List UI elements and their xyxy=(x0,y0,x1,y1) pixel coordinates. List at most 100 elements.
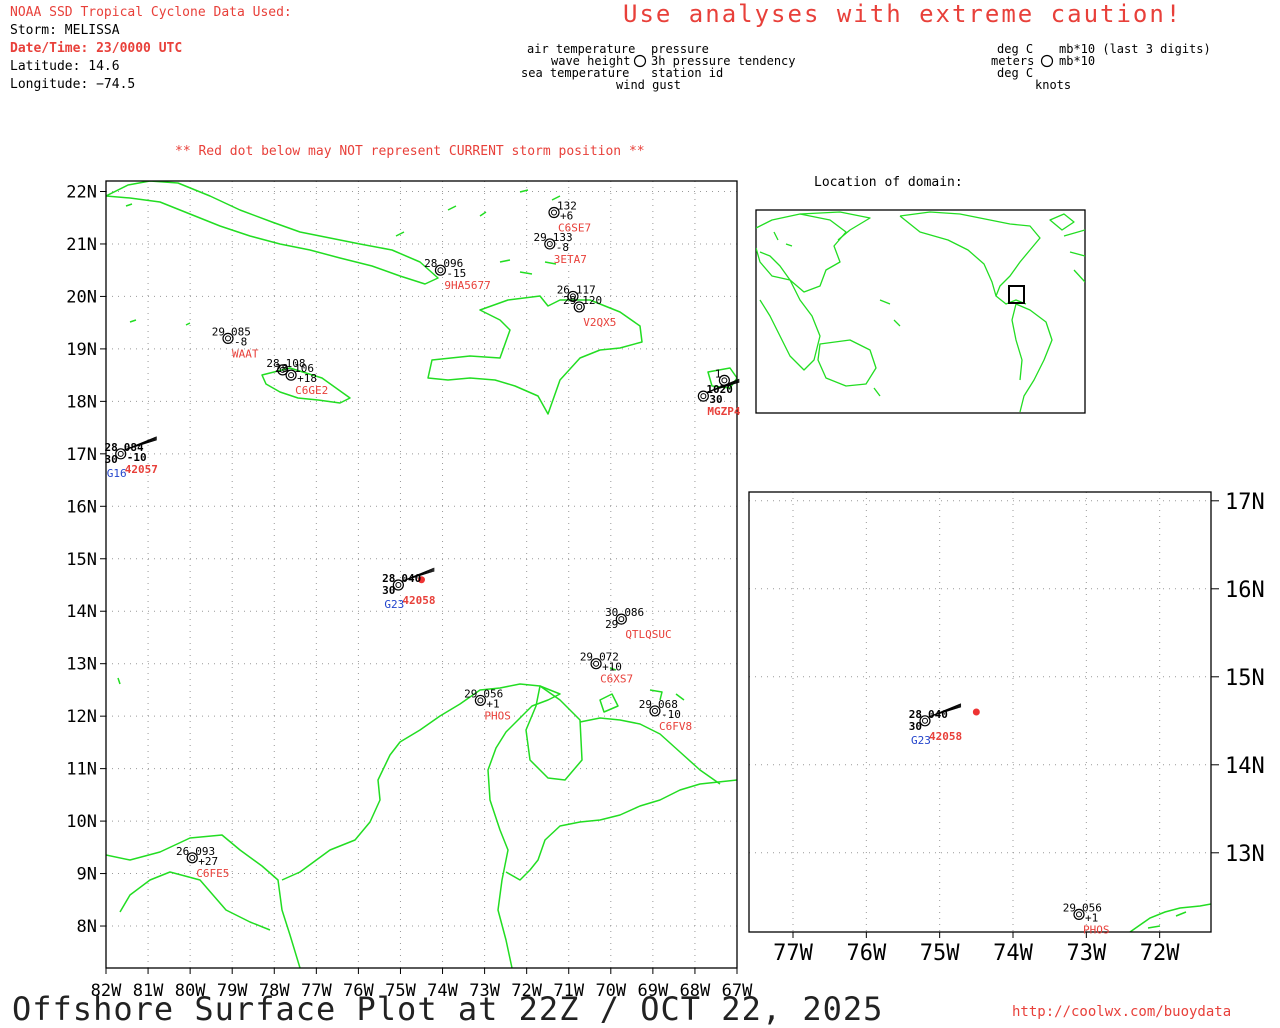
station-air-temp: 26 xyxy=(176,845,189,858)
main-lat-tick-labels: 8N 9N 10N 11N 12N 13N 14N 15N 16N 17N 18N 19N 20N 21N… xyxy=(66,182,97,937)
station-inner-circle-icon xyxy=(593,660,600,667)
station-inner-circle-icon xyxy=(618,616,625,623)
station-sea-temp: 30 xyxy=(909,720,922,733)
station-air-temp: 29 xyxy=(534,231,547,244)
station-inner-circle-icon xyxy=(224,335,231,342)
lon-tick-label: 75W xyxy=(920,941,960,966)
lat-tick-label: 16N xyxy=(1225,578,1265,603)
lat-tick-label: 17N xyxy=(1225,490,1265,515)
station-air-temp: 29 xyxy=(563,294,576,307)
station-id: QTLQSUC xyxy=(625,628,671,641)
station-alt-id: G16 xyxy=(107,467,127,480)
station-inner-circle-icon xyxy=(189,854,196,861)
zoom-inset-frame xyxy=(748,491,1212,933)
station-air-temp: 29 xyxy=(1063,901,1076,914)
station-id: C6FE5 xyxy=(196,867,229,880)
station-inner-circle-icon xyxy=(288,372,295,379)
station-inner-circle-icon xyxy=(700,393,707,400)
station-id: 42058 xyxy=(402,594,435,607)
station-id: 9HA5677 xyxy=(444,279,490,292)
station-sea-temp: 30 xyxy=(104,453,117,466)
lat-tick-label: 17N xyxy=(66,445,97,465)
station-id: WAAT xyxy=(232,347,259,360)
lat-tick-label: 9N xyxy=(77,865,97,885)
station-air-temp: 29 xyxy=(212,325,225,338)
lat-tick-label: 10N xyxy=(66,812,97,832)
lat-tick-label: 14N xyxy=(66,602,97,622)
station-id: PHOS xyxy=(1083,923,1110,936)
lat-tick-label: 20N xyxy=(66,287,97,307)
station-plot: 29 133-83ETA7 xyxy=(534,231,587,266)
station-id: MGZP4 xyxy=(707,405,740,418)
lat-tick-label: 12N xyxy=(66,707,97,727)
lat-tick-label: 13N xyxy=(1225,842,1265,867)
zoom-map-grid xyxy=(749,492,1219,938)
lon-tick-label: 74W xyxy=(993,941,1033,966)
main-station-plots: 132+6C6SE729 133-83ETA728 096-159HA5677 26 1… xyxy=(104,199,740,879)
lat-tick-label: 22N xyxy=(66,182,97,202)
station-inner-circle-icon xyxy=(477,697,484,704)
station-alt-id: G23 xyxy=(384,598,404,611)
station-plot: 28 106+18C6GE2 xyxy=(275,362,328,397)
lat-tick-label: 18N xyxy=(66,392,97,412)
station-inner-circle-icon xyxy=(922,717,928,724)
station-air-temp: 28 xyxy=(424,257,437,270)
station-sea-temp: 29 xyxy=(605,618,618,631)
station-plot: 29 120 V2QX5 xyxy=(563,294,616,329)
lat-tick-label: 13N xyxy=(66,655,97,675)
zoom-lon-tick-labels: 77W 76W 75W 74W 73W 72W xyxy=(773,941,1180,966)
lon-tick-label: 77W xyxy=(773,941,813,966)
lon-tick-label: 73W xyxy=(1066,941,1106,966)
station-plot: 29 072+10C6XS7 xyxy=(580,651,633,686)
station-inner-circle-icon xyxy=(395,581,402,588)
station-id: PHOS xyxy=(484,709,511,722)
station-plot: 30 08629QTLQSUC xyxy=(605,606,672,641)
lat-tick-label: 19N xyxy=(66,340,97,360)
station-pressure: 086 xyxy=(624,606,644,619)
station-sea-temp: 30 xyxy=(382,584,395,597)
lat-tick-label: 15N xyxy=(1225,666,1265,691)
lon-tick-label: 72W xyxy=(1140,941,1180,966)
station-id: C6GE2 xyxy=(295,384,328,397)
station-id: V2QX5 xyxy=(583,316,616,329)
lat-tick-label: 21N xyxy=(66,235,97,255)
station-id: C6FV8 xyxy=(659,720,692,733)
station-air-temp: 1 xyxy=(715,367,722,380)
station-plot: 28084-103042057G16 xyxy=(104,436,158,480)
station-plot: 280403042058G23 xyxy=(909,703,962,747)
station-inner-circle-icon xyxy=(721,377,728,384)
station-plot: 102030MGZP4 xyxy=(697,378,741,418)
station-inner-circle-icon xyxy=(551,209,558,216)
station-id: 42057 xyxy=(125,463,158,476)
zoom-lat-tick-labels: 13N 14N 15N 16N 17N xyxy=(1225,490,1265,867)
source-url-link[interactable]: http://coolwx.com/buoydata xyxy=(1012,1004,1231,1020)
station-plot: 29 085-8WAAT xyxy=(212,325,259,360)
globe-inset-frame xyxy=(755,209,1086,414)
lon-tick-label: 76W xyxy=(846,941,886,966)
station-pressure: 120 xyxy=(582,294,602,307)
station-id: C6XS7 xyxy=(600,673,633,686)
lat-tick-label: 16N xyxy=(66,497,97,517)
station-plot: 132+6C6SE7 xyxy=(548,199,591,234)
station-plot: 26 093+27C6FE5 xyxy=(176,845,229,880)
storm-position-marker xyxy=(972,708,980,716)
station-inner-circle-icon xyxy=(546,240,553,247)
station-id: 3ETA7 xyxy=(554,253,587,266)
inset-title: Location of domain: xyxy=(814,175,963,190)
lat-tick-label: 11N xyxy=(66,760,97,780)
main-surface-map: 8N 9N 10N 11N 12N 13N 14N 15N 16N 17N 18N 19N 20N 21N… xyxy=(66,180,1265,1001)
station-inner-circle-icon xyxy=(437,267,444,274)
station-air-temp: 29 xyxy=(580,651,593,664)
station-id: 42058 xyxy=(929,730,962,743)
station-inner-circle-icon xyxy=(576,303,583,310)
station-plot: 29 056+1PHOS xyxy=(1063,901,1110,936)
station-air-temp: 29 xyxy=(639,698,652,711)
station-plot: 280403042058G23 xyxy=(382,567,435,611)
plot-title: Offshore Surface Plot at 22Z / OCT 22, 2… xyxy=(12,990,884,1028)
station-inner-circle-icon xyxy=(1076,911,1082,918)
station-inner-circle-icon xyxy=(651,707,658,714)
zoom-station-plots: 280403042058G2329056+1PHOS xyxy=(909,703,1110,936)
station-plot: 29 056+1PHOS xyxy=(464,687,511,722)
zoom-coastlines xyxy=(1129,903,1211,932)
lat-tick-label: 15N xyxy=(66,550,97,570)
